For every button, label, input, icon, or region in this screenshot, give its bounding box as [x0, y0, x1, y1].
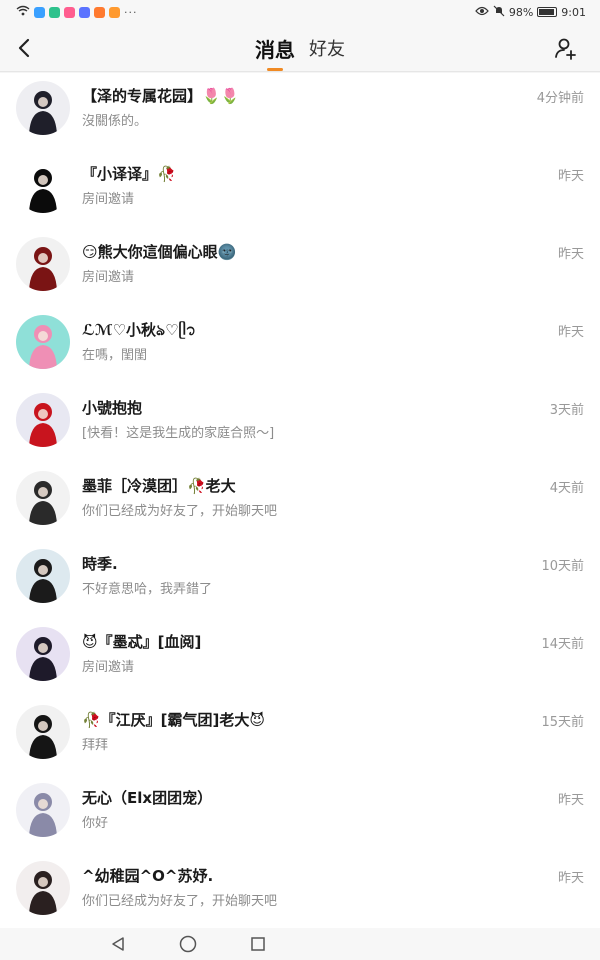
message-preview: 你好	[82, 816, 109, 831]
tab-messages[interactable]: 消息	[255, 24, 295, 72]
add-user-icon	[555, 38, 576, 60]
avatar[interactable]	[16, 861, 70, 915]
message-timestamp: 10天前	[541, 559, 584, 574]
conversation-row[interactable]: 時季. 不好意思哈，我弄錯了 10天前	[0, 541, 600, 619]
system-recents-button[interactable]	[249, 935, 267, 953]
message-preview: 在嗎，閨閨	[82, 348, 148, 363]
battery-icon	[537, 7, 558, 17]
conversation-row[interactable]: ^幼稚园^O^苏妤. 你们已经成为好友了，开始聊天吧 昨天	[0, 853, 600, 931]
avatar-figure-icon	[29, 559, 57, 603]
notification-app-icon	[109, 6, 120, 18]
conversation-row[interactable]: 无心（Elx团团宠） 你好 昨天	[0, 775, 600, 853]
avatar-figure-icon	[29, 715, 57, 759]
avatar-figure-icon	[29, 481, 57, 525]
avatar[interactable]	[16, 315, 70, 369]
more-notifications-indicator: ···	[124, 5, 138, 19]
avatar[interactable]	[16, 549, 70, 603]
avatar-figure-icon	[29, 871, 57, 915]
contact-name: 【泽的专属花园】🌷🌷	[82, 87, 240, 105]
message-preview: 你们已经成为好友了，开始聊天吧	[82, 504, 278, 519]
status-bar: ··· 98% 9:01	[0, 0, 600, 24]
avatar[interactable]	[16, 783, 70, 837]
triangle-back-icon	[112, 937, 124, 951]
eye-comfort-icon	[475, 6, 489, 19]
tab-friends[interactable]: 好友	[309, 24, 345, 72]
avatar[interactable]	[16, 705, 70, 759]
message-preview: 沒關係的。	[82, 114, 148, 129]
contact-name: ℒℳ♡小秋ঌ♡ᥫ᭡	[82, 321, 196, 339]
message-timestamp: 4天前	[549, 481, 584, 496]
add-friend-button[interactable]	[550, 32, 582, 64]
notification-app-icon	[49, 6, 60, 18]
conversation-row[interactable]: 小號抱抱 [快看！这是我生成的家庭合照～] 3天前	[0, 385, 600, 463]
avatar-figure-icon	[29, 247, 57, 291]
message-preview: 房间邀请	[82, 660, 135, 675]
contact-name: ^幼稚园^O^苏妤.	[82, 867, 214, 885]
message-timestamp: 昨天	[557, 871, 584, 886]
message-timestamp: 昨天	[557, 169, 584, 184]
conversation-row[interactable]: 😈『墨忒』[血阅] 房间邀请 14天前	[0, 619, 600, 697]
system-home-button[interactable]	[179, 935, 197, 953]
conversation-row[interactable]: 墨菲［冷漠团］🥀老大你们已经成为好友了，开始聊天吧 4天前	[0, 463, 600, 541]
conversation-row[interactable]: 『小译译』🥀 房间邀请 昨天	[0, 151, 600, 229]
avatar[interactable]	[16, 393, 70, 447]
conversation-row[interactable]: 😏熊大你這個偏心眼🌚 房间邀请 昨天	[0, 229, 600, 307]
message-timestamp: 3天前	[549, 403, 584, 418]
notification-app-icon	[94, 6, 105, 18]
clock: 9:01	[561, 5, 586, 19]
contact-name: 😈『墨忒』[血阅]	[82, 633, 202, 651]
message-preview: 你们已经成为好友了，开始聊天吧	[82, 894, 278, 909]
avatar[interactable]	[16, 627, 70, 681]
system-back-button[interactable]	[109, 935, 127, 953]
conversation-row[interactable]: ℒℳ♡小秋ঌ♡ᥫ᭡ 在嗎，閨閨 昨天	[0, 307, 600, 385]
battery-percent: 98%	[508, 5, 534, 19]
tab-bar: 消息 好友	[0, 24, 600, 72]
avatar-figure-icon	[29, 637, 57, 681]
square-recents-icon	[251, 937, 265, 951]
circle-home-icon	[179, 935, 197, 953]
conversation-row[interactable]: 🥀『江厌』[霸气团]老大😈 拜拜 15天前	[0, 697, 600, 775]
status-bar-left: ···	[16, 5, 138, 19]
avatar[interactable]	[16, 81, 70, 135]
avatar[interactable]	[16, 237, 70, 291]
avatar-figure-icon	[29, 169, 57, 213]
contact-name: 🥀『江厌』[霸气团]老大😈	[82, 711, 266, 729]
status-bar-right: 98% 9:01	[475, 5, 586, 20]
message-preview: [快看！这是我生成的家庭合照～]	[82, 426, 275, 441]
contact-name: 時季.	[82, 555, 118, 573]
notification-app-icon	[79, 6, 90, 18]
mute-bell-icon	[493, 5, 505, 20]
contact-name: 😏熊大你這個偏心眼🌚	[82, 243, 237, 261]
avatar-figure-icon	[29, 91, 57, 135]
message-preview: 房间邀请	[82, 192, 135, 207]
avatar[interactable]	[16, 471, 70, 525]
message-timestamp: 昨天	[557, 247, 584, 262]
message-list: 【泽的专属花园】🌷🌷 沒關係的。 4分钟前 『小译译』🥀 房间邀请 昨天 😏熊大你這個偏心眼…	[0, 73, 600, 928]
message-timestamp: 14天前	[541, 637, 584, 652]
contact-name: 无心（Elx团团宠）	[82, 789, 213, 807]
message-preview: 拜拜	[82, 738, 109, 753]
message-timestamp: 昨天	[557, 325, 584, 340]
message-timestamp: 昨天	[557, 793, 584, 808]
message-preview: 不好意思哈，我弄錯了	[82, 582, 213, 597]
message-timestamp: 15天前	[541, 715, 584, 730]
notification-app-icon	[34, 6, 45, 18]
wifi-icon	[16, 5, 30, 19]
avatar-figure-icon	[29, 793, 57, 837]
notification-app-icon	[64, 6, 75, 18]
message-preview: 房间邀请	[82, 270, 135, 285]
conversation-row[interactable]: 【泽的专属花园】🌷🌷 沒關係的。 4分钟前	[0, 73, 600, 151]
avatar-figure-icon	[29, 325, 57, 369]
contact-name: 小號抱抱	[82, 399, 143, 417]
system-navigation-bar	[0, 928, 600, 960]
top-nav-bar: 消息 好友	[0, 24, 600, 72]
contact-name: 『小译译』🥀	[82, 165, 176, 183]
avatar[interactable]	[16, 159, 70, 213]
contact-name: 墨菲［冷漠团］🥀老大	[82, 477, 236, 495]
message-timestamp: 4分钟前	[536, 91, 584, 106]
avatar-figure-icon	[29, 403, 57, 447]
